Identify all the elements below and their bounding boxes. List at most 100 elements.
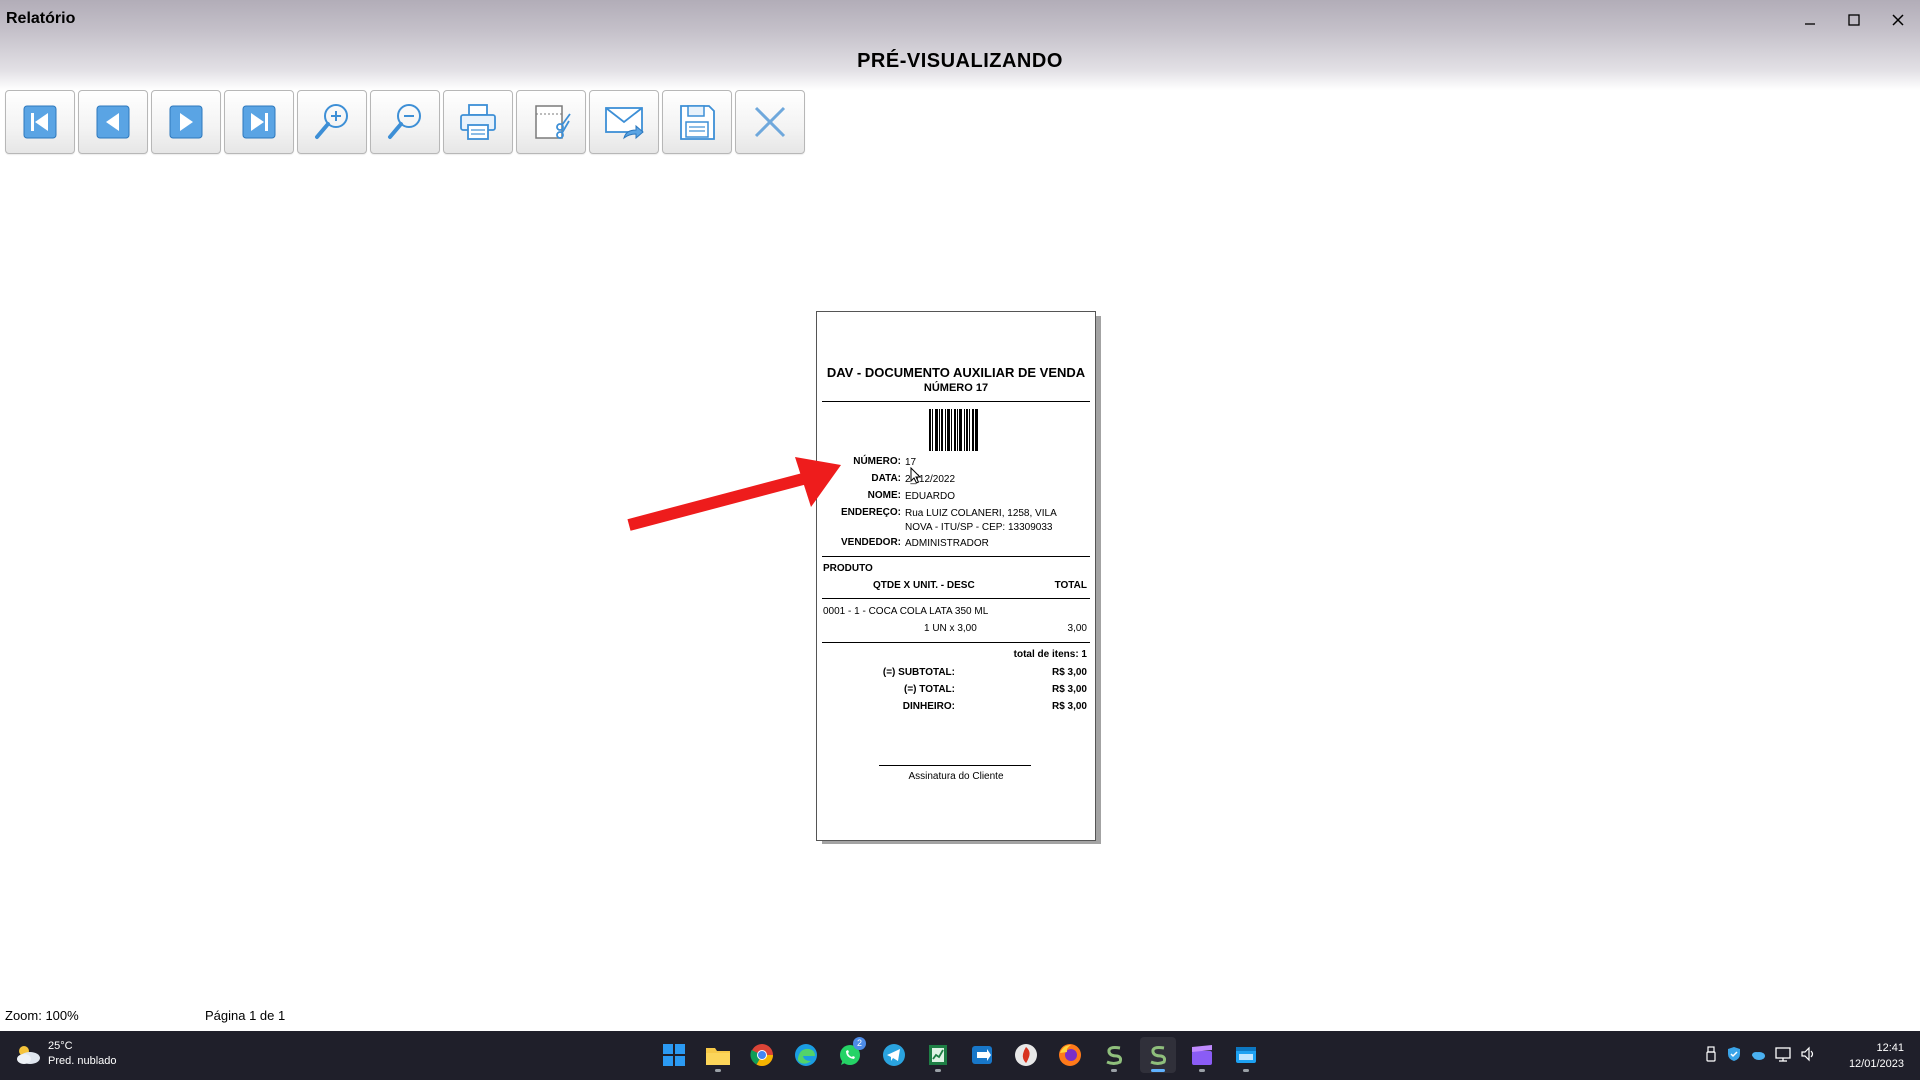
minimize-icon [1805, 23, 1815, 25]
signature-line [879, 765, 1031, 766]
volume-icon[interactable] [1800, 1046, 1816, 1062]
taskbar-spreadsheet-app[interactable] [920, 1037, 956, 1073]
red-arrow-annotation [627, 457, 841, 531]
telegram-icon [883, 1044, 905, 1066]
last-page-icon [242, 105, 276, 139]
col-total-header: TOTAL [1054, 580, 1087, 591]
produto-header: PRODUTO [823, 563, 873, 574]
total-label: (=) TOTAL: [903, 684, 955, 695]
taskbar-video-app[interactable] [1184, 1037, 1220, 1073]
taskbar-firefox[interactable] [1052, 1037, 1088, 1073]
security-shield-icon[interactable] [1726, 1046, 1742, 1062]
close-window-button[interactable] [1876, 0, 1920, 40]
divider [822, 401, 1090, 402]
page-setup-button[interactable] [516, 90, 586, 154]
page-title: PRÉ-VISUALIZANDO [857, 50, 1063, 72]
item-total: 3,00 [1067, 623, 1087, 634]
maximize-icon [1848, 14, 1860, 26]
start-button[interactable] [656, 1037, 692, 1073]
erp-s-logo-icon [1106, 1046, 1123, 1065]
remote-access-icon [972, 1046, 992, 1064]
save-button[interactable] [662, 90, 732, 154]
usb-drive-icon[interactable] [1704, 1046, 1718, 1062]
minimize-button[interactable] [1788, 0, 1832, 40]
taskbar-apps: 2 [656, 1037, 1264, 1073]
taskbar-antivirus[interactable] [1008, 1037, 1044, 1073]
windows-logo-icon [663, 1044, 685, 1066]
taskbar-remote-app[interactable] [964, 1037, 1000, 1073]
previous-page-button[interactable] [78, 90, 148, 154]
first-page-icon [23, 105, 57, 139]
zoom-out-icon [388, 104, 421, 139]
clock-time: 12:41 [1876, 1042, 1904, 1054]
network-icon[interactable] [1774, 1046, 1792, 1062]
previous-page-icon [96, 105, 130, 139]
taskbar-whatsapp[interactable]: 2 [832, 1037, 868, 1073]
maximize-button[interactable] [1832, 0, 1876, 40]
printer-icon [460, 104, 496, 140]
signature-caption: Assinatura do Cliente [908, 771, 1004, 782]
total-itens: total de itens: 1 [1013, 649, 1087, 660]
firefox-icon [1059, 1044, 1081, 1066]
zoom-in-button[interactable] [297, 90, 367, 154]
report-page: DAV - DOCUMENTO AUXILIAR DE VENDA NÚMERO… [816, 311, 1096, 841]
cloudy-weather-icon [17, 1046, 40, 1064]
taskbar-erp-app-active[interactable] [1140, 1037, 1176, 1073]
chrome-icon [750, 1044, 773, 1066]
dinheiro-label: DINHEIRO: [902, 701, 955, 712]
zoom-out-button[interactable] [370, 90, 440, 154]
numero-value: 17 [905, 457, 917, 468]
report-title: DAV - DOCUMENTO AUXILIAR DE VENDA [826, 365, 1086, 380]
spreadsheet-icon [929, 1045, 947, 1065]
taskbar-clock[interactable]: 12:41 12/01/2023 [1849, 1040, 1904, 1072]
preview-toolbar [5, 90, 805, 154]
erp-s-logo-icon [1150, 1046, 1167, 1065]
item-qty-line: 1 UN x 3,00 [924, 623, 977, 634]
item-description: 0001 - 1 - COCA COLA LATA 350 ML [823, 606, 989, 617]
total-value: R$ 3,00 [1051, 684, 1087, 695]
folder-icon [706, 1048, 730, 1065]
clapperboard-icon [1192, 1045, 1212, 1065]
endereco-value: Rua LUIZ COLANERI, 1258, VILA NOVA - ITU… [905, 508, 1057, 533]
cloud-sync-icon[interactable] [1750, 1046, 1766, 1062]
zoom-in-icon [315, 104, 348, 139]
floppy-disk-icon [680, 105, 715, 140]
nome-value: EDUARDO [905, 491, 956, 502]
shield-app-icon [1015, 1044, 1037, 1066]
mouse-cursor-icon [910, 467, 922, 484]
send-email-button[interactable] [589, 90, 659, 154]
edge-icon [795, 1044, 817, 1066]
first-page-button[interactable] [5, 90, 75, 154]
page-status: Página 1 de 1 [205, 1008, 286, 1023]
data-value: 2_/12/2022 [905, 474, 956, 485]
zoom-status: Zoom: 100% [5, 1008, 79, 1023]
vendedor-value: ADMINISTRADOR [905, 538, 989, 549]
page-setup-icon [535, 105, 571, 139]
window-app-icon [1236, 1047, 1256, 1063]
window-title: Relatório [6, 10, 76, 27]
next-page-button[interactable] [151, 90, 221, 154]
report-subtitle: NÚMERO 17 [923, 382, 989, 394]
email-icon [605, 107, 644, 140]
subtotal-label: (=) SUBTOTAL: [882, 667, 955, 678]
last-page-button[interactable] [224, 90, 294, 154]
divider [822, 642, 1090, 643]
barcode [929, 409, 983, 451]
print-button[interactable] [443, 90, 513, 154]
clock-date: 12/01/2023 [1848, 1058, 1904, 1070]
next-page-icon [169, 105, 203, 139]
close-x-icon [754, 106, 786, 138]
window-controls [1788, 0, 1920, 40]
taskbar: 25°C Pred. nublado 2 12:41 12/01/2023 [0, 1031, 1920, 1080]
weather-widget[interactable]: 25°C Pred. nublado [14, 1039, 117, 1069]
taskbar-file-explorer[interactable] [700, 1037, 736, 1073]
taskbar-chrome[interactable] [744, 1037, 780, 1073]
dinheiro-value: R$ 3,00 [1051, 701, 1087, 712]
taskbar-erp-app[interactable] [1096, 1037, 1132, 1073]
taskbar-edge[interactable] [788, 1037, 824, 1073]
close-icon [1892, 14, 1904, 26]
taskbar-terminal-app[interactable] [1228, 1037, 1264, 1073]
close-preview-button[interactable] [735, 90, 805, 154]
taskbar-telegram[interactable] [876, 1037, 912, 1073]
weather-description: Pred. nublado [48, 1055, 117, 1067]
